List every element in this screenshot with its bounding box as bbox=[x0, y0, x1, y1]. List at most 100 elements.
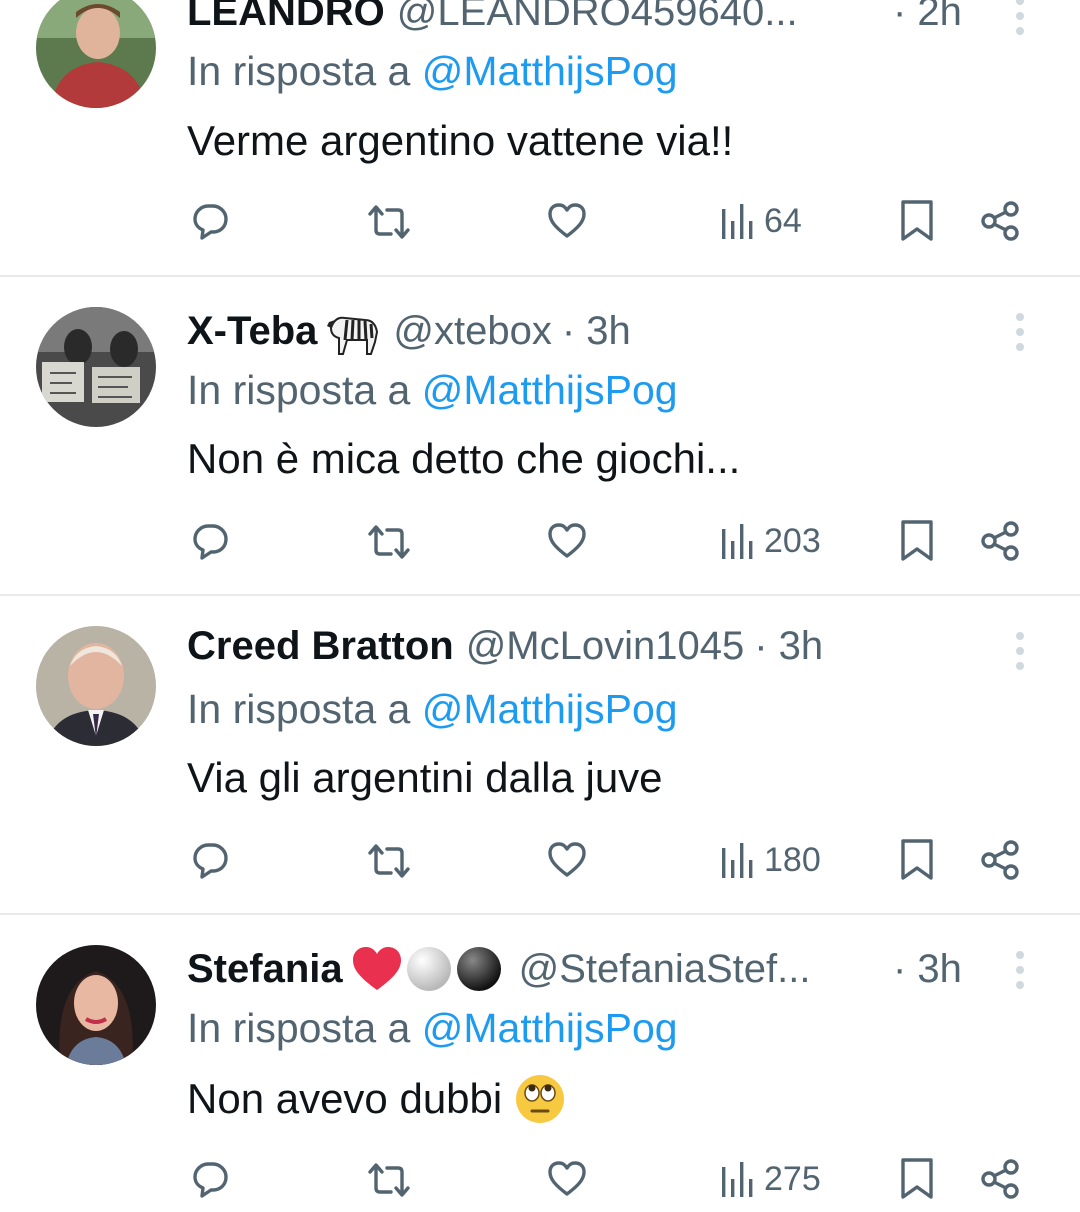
speech-bubble-icon bbox=[193, 204, 228, 240]
tweet-header: Creed Bratton @McLovin1045 · 3h bbox=[187, 618, 823, 674]
reply-button[interactable] bbox=[190, 1154, 232, 1204]
user-handle[interactable]: @LEANDRO459640... bbox=[397, 0, 798, 35]
vertical-dots-icon[interactable] bbox=[1012, 0, 1028, 36]
views-button[interactable]: 275 bbox=[720, 1154, 821, 1204]
tweet-text: Non è mica detto che giochi... bbox=[187, 435, 740, 483]
bookmark-icon bbox=[901, 200, 933, 241]
share-icon bbox=[981, 521, 1019, 561]
tweet-text: Verme argentino vattene via!! bbox=[187, 117, 733, 165]
bar-chart-icon bbox=[722, 204, 753, 239]
views-count: 180 bbox=[764, 840, 821, 879]
reply-prefix: In risposta a bbox=[187, 686, 411, 732]
avatar[interactable] bbox=[36, 626, 156, 746]
tweet-time[interactable]: · 3h bbox=[562, 309, 631, 354]
vertical-dots-icon[interactable] bbox=[1012, 312, 1028, 352]
views-button[interactable]: 203 bbox=[720, 516, 821, 566]
vertical-dots-icon[interactable] bbox=[1012, 950, 1028, 990]
action-bar: 180 bbox=[0, 835, 1080, 885]
heart-icon bbox=[548, 1161, 586, 1196]
tweet-header: Stefania @StefaniaStef... bbox=[187, 941, 810, 997]
share-button[interactable] bbox=[980, 516, 1020, 566]
retweet-button[interactable] bbox=[366, 835, 412, 885]
tweet-text-content: Verme argentino vattene via!! bbox=[187, 117, 734, 164]
rolling-eyes-emoji bbox=[514, 1073, 566, 1125]
like-button[interactable] bbox=[547, 516, 587, 566]
like-button[interactable] bbox=[547, 1154, 587, 1204]
retweet-icon bbox=[368, 525, 410, 559]
retweet-button[interactable] bbox=[366, 1154, 412, 1204]
like-button[interactable] bbox=[547, 196, 587, 246]
views-count: 64 bbox=[764, 201, 802, 240]
share-icon bbox=[981, 201, 1019, 241]
bookmark-icon bbox=[901, 1158, 933, 1199]
tweet[interactable]: Creed Bratton @McLovin1045 · 3h In rispo… bbox=[0, 596, 1080, 914]
heart-icon bbox=[548, 842, 586, 877]
display-name[interactable]: Stefania bbox=[187, 947, 343, 992]
retweet-icon bbox=[368, 205, 410, 239]
tweet-time[interactable]: · 3h bbox=[754, 624, 823, 669]
action-bar: 203 bbox=[0, 516, 1080, 566]
views-count: 203 bbox=[764, 521, 821, 560]
retweet-icon bbox=[368, 1163, 410, 1197]
speech-bubble-icon bbox=[193, 1162, 228, 1198]
heart-and-balls-emoji bbox=[351, 944, 507, 994]
share-button[interactable] bbox=[980, 835, 1020, 885]
zebra-emoji bbox=[325, 306, 381, 356]
bookmark-button[interactable] bbox=[898, 835, 936, 885]
reply-button[interactable] bbox=[190, 835, 232, 885]
retweet-button[interactable] bbox=[366, 196, 412, 246]
tweet-time[interactable]: · 2h bbox=[893, 0, 962, 40]
tweet-header: LEANDRO @LEANDRO459640... bbox=[187, 0, 798, 40]
heart-icon bbox=[548, 523, 586, 558]
retweet-icon bbox=[368, 844, 410, 878]
user-handle[interactable]: @xtebox bbox=[393, 309, 551, 354]
reply-button[interactable] bbox=[190, 196, 232, 246]
mention-link[interactable]: @MatthijsPog bbox=[422, 1005, 678, 1051]
display-name[interactable]: Creed Bratton bbox=[187, 624, 454, 669]
speech-bubble-icon bbox=[193, 843, 228, 879]
like-button[interactable] bbox=[547, 835, 587, 885]
share-button[interactable] bbox=[980, 196, 1020, 246]
avatar[interactable] bbox=[36, 0, 156, 108]
tweet-text-content: Non avevo dubbi bbox=[187, 1075, 503, 1122]
reply-context: In risposta a @MatthijsPog bbox=[187, 367, 678, 414]
display-name[interactable]: X-Teba bbox=[187, 309, 317, 354]
bookmark-button[interactable] bbox=[898, 516, 936, 566]
views-button[interactable]: 180 bbox=[720, 835, 821, 885]
avatar[interactable] bbox=[36, 307, 156, 427]
tweet-time[interactable]: · 3h bbox=[893, 941, 962, 997]
mention-link[interactable]: @MatthijsPog bbox=[422, 686, 678, 732]
avatar[interactable] bbox=[36, 945, 156, 1065]
bookmark-icon bbox=[901, 520, 933, 561]
tweet-text-content: Via gli argentini dalla juve bbox=[187, 754, 663, 801]
bar-chart-icon bbox=[722, 843, 753, 878]
tweet[interactable]: X-Teba @xtebox · 3h In risposta a @Matth… bbox=[0, 277, 1080, 595]
reply-button[interactable] bbox=[190, 516, 232, 566]
vertical-dots-icon[interactable] bbox=[1012, 631, 1028, 671]
reply-prefix: In risposta a bbox=[187, 48, 411, 94]
bookmark-icon bbox=[901, 839, 933, 880]
retweet-button[interactable] bbox=[366, 516, 412, 566]
tweet[interactable]: Stefania @StefaniaStef... · 3h In rispos… bbox=[0, 915, 1080, 1212]
bookmark-button[interactable] bbox=[898, 196, 936, 246]
views-button[interactable]: 64 bbox=[720, 196, 802, 246]
user-handle[interactable]: @StefaniaStef... bbox=[519, 947, 811, 992]
mention-link[interactable]: @MatthijsPog bbox=[422, 48, 678, 94]
share-button[interactable] bbox=[980, 1154, 1020, 1204]
bar-chart-icon bbox=[722, 524, 753, 559]
reply-context: In risposta a @MatthijsPog bbox=[187, 48, 678, 95]
tweet-header: X-Teba @xtebox · 3h bbox=[187, 303, 631, 359]
action-bar: 64 bbox=[0, 196, 1080, 246]
share-icon bbox=[981, 1159, 1019, 1199]
tweet[interactable]: LEANDRO @LEANDRO459640... · 2h In rispos… bbox=[0, 0, 1080, 276]
tweet-text: Non avevo dubbi bbox=[187, 1073, 566, 1125]
action-bar: 275 bbox=[0, 1154, 1080, 1204]
views-count: 275 bbox=[764, 1159, 821, 1198]
user-handle[interactable]: @McLovin1045 bbox=[466, 624, 745, 669]
reply-prefix: In risposta a bbox=[187, 367, 411, 413]
bookmark-button[interactable] bbox=[898, 1154, 936, 1204]
reply-context: In risposta a @MatthijsPog bbox=[187, 1005, 678, 1052]
tweet-text: Via gli argentini dalla juve bbox=[187, 754, 663, 802]
display-name[interactable]: LEANDRO bbox=[187, 0, 385, 35]
mention-link[interactable]: @MatthijsPog bbox=[422, 367, 678, 413]
